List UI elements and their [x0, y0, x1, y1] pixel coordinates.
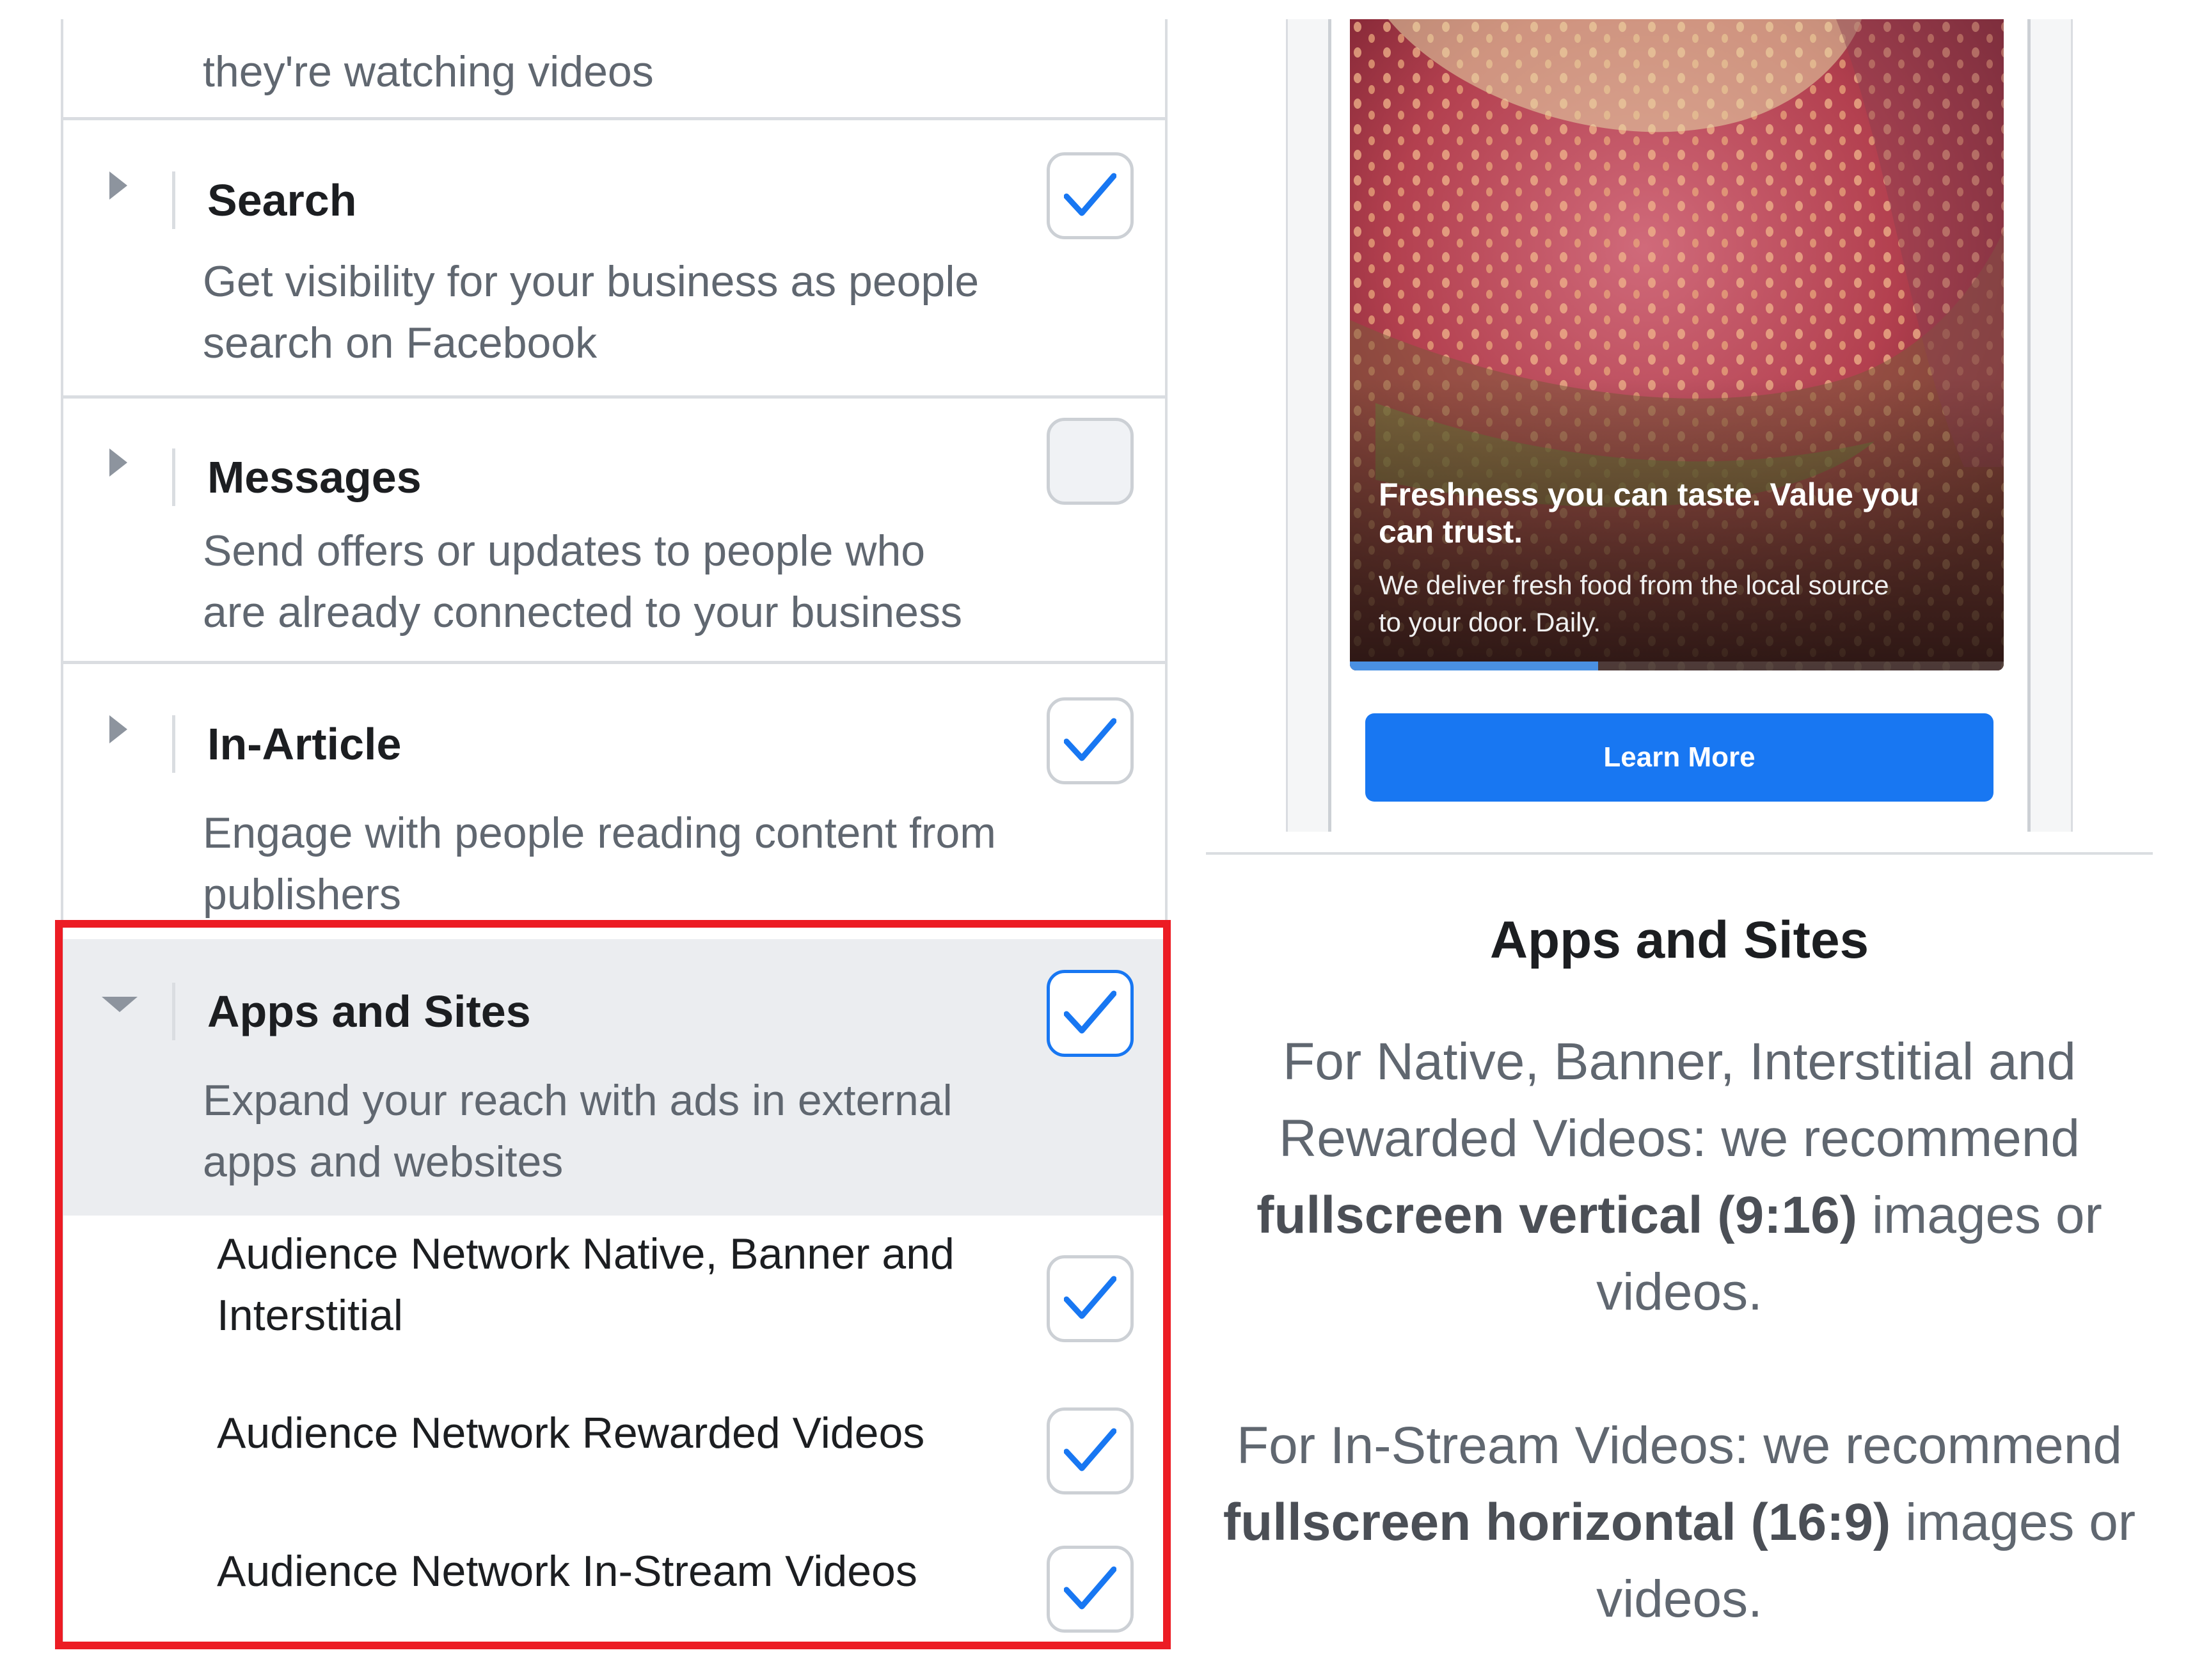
checkbox-rewarded-videos[interactable] — [1047, 1407, 1134, 1494]
checkbox-search[interactable] — [1047, 152, 1134, 239]
placement-title-apps-and-sites: Apps and Sites — [207, 987, 531, 1036]
placement-description-messages: Send offers or updates to people who are… — [203, 527, 962, 637]
placements-list: they're watching videos Search Get visib… — [61, 19, 1168, 1644]
sub-placement-label: Audience Network In-Stream Videos — [217, 1547, 917, 1596]
placement-description-search: Get visibility for your business as peop… — [203, 257, 979, 367]
placement-title-search: Search — [207, 175, 357, 225]
placement-row-apps-and-sites[interactable]: Apps and Sites Expand your reach with ad… — [63, 939, 1165, 1216]
caret-right-icon[interactable] — [109, 715, 127, 743]
divider — [1206, 852, 2153, 855]
ad-description: We deliver fresh food from the local sou… — [1379, 570, 1889, 637]
checkbox-apps-and-sites[interactable] — [1047, 970, 1134, 1057]
checkbox-in-stream-videos[interactable] — [1047, 1546, 1134, 1633]
checkbox-messages[interactable] — [1047, 418, 1134, 505]
separator — [172, 448, 175, 506]
checkmark-icon — [1064, 1276, 1116, 1319]
checkmark-icon — [1064, 718, 1116, 761]
learn-more-button[interactable]: Learn More — [1365, 713, 1993, 802]
checkmark-icon — [1064, 1566, 1116, 1610]
separator — [172, 171, 175, 229]
partial-row-description: they're watching videos — [203, 47, 654, 96]
caret-right-icon[interactable] — [109, 171, 127, 200]
info-title: Apps and Sites — [1489, 911, 1869, 969]
caret-right-icon[interactable] — [109, 448, 127, 477]
separator — [172, 983, 175, 1040]
placement-title-in-article: In-Article — [207, 719, 402, 769]
placement-row-messages[interactable]: Messages Send offers or updates to peopl… — [63, 399, 1165, 661]
video-progress-bar — [1350, 662, 1599, 670]
checkmark-icon — [1064, 1428, 1116, 1471]
placement-description-in-article: Engage with people reading content from … — [203, 809, 996, 919]
sub-placement-in-stream-videos[interactable]: Audience Network In-Stream Videos — [63, 1533, 1165, 1661]
placement-row-in-article[interactable]: In-Article Engage with people reading co… — [63, 664, 1165, 939]
placement-title-messages: Messages — [207, 452, 422, 502]
info-recommendation-native: For Native, Banner, Interstitial and Rew… — [1256, 1033, 2102, 1321]
ad-headline: Freshness you can taste. Value you can tr… — [1379, 477, 1919, 550]
checkbox-in-article[interactable] — [1047, 697, 1134, 784]
video-progress-track — [1350, 662, 2004, 670]
info-recommendation-in-stream: For In-Stream Videos: we recommend fulls… — [1223, 1416, 2136, 1628]
sub-placement-label: Audience Network Native, Banner and Inte… — [217, 1230, 955, 1340]
checkbox-native-banner-interstitial[interactable] — [1047, 1255, 1134, 1342]
checkmark-icon — [1064, 173, 1116, 216]
sub-placement-native-banner-interstitial[interactable]: Audience Network Native, Banner and Inte… — [63, 1216, 1165, 1395]
ad-media[interactable]: Freshness you can taste. Value you can tr… — [1350, 19, 2004, 670]
placement-description-apps-and-sites: Expand your reach with ads in external a… — [203, 1076, 953, 1186]
sub-placement-rewarded-videos[interactable]: Audience Network Rewarded Videos — [63, 1395, 1165, 1523]
placement-row-search[interactable]: Search Get visibility for your business … — [63, 120, 1165, 395]
sub-placement-label: Audience Network Rewarded Videos — [217, 1409, 925, 1457]
caret-down-icon[interactable] — [102, 997, 138, 1012]
separator — [172, 715, 175, 773]
checkmark-icon — [1064, 990, 1116, 1034]
